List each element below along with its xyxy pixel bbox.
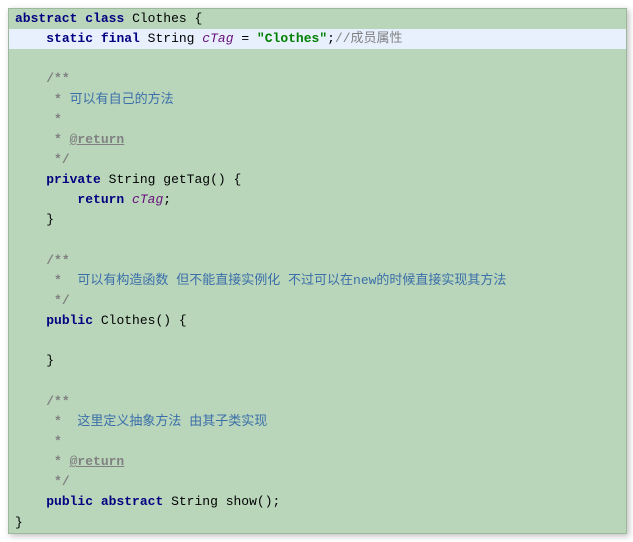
- code-line: public abstract String show();: [9, 492, 626, 512]
- string-literal: "Clothes": [257, 31, 327, 46]
- javadoc-line: *: [9, 110, 626, 130]
- keyword-public: public: [46, 494, 93, 509]
- blank-line: [9, 331, 626, 351]
- code-line: }: [9, 513, 626, 533]
- brace-open: {: [194, 11, 202, 26]
- type: String: [171, 494, 218, 509]
- equals: =: [234, 31, 257, 46]
- keyword-abstract: abstract: [101, 494, 163, 509]
- javadoc-tag-return: @return: [70, 454, 125, 469]
- keyword-static: static: [46, 31, 93, 46]
- constructor-name: Clothes: [101, 313, 156, 328]
- type: String: [148, 31, 195, 46]
- keyword-abstract: abstract: [15, 11, 77, 26]
- field-ctag: cTag: [132, 192, 163, 207]
- keyword-class: class: [85, 11, 124, 26]
- javadoc-open: /**: [9, 251, 626, 271]
- blank-line: [9, 372, 626, 392]
- semicolon: ;: [327, 31, 335, 46]
- method-name: show: [226, 494, 257, 509]
- keyword-return: return: [77, 192, 124, 207]
- brace-close: }: [46, 353, 54, 368]
- code-block: abstract class Clothes { static final St…: [8, 8, 627, 534]
- keyword-final: final: [101, 31, 140, 46]
- blank-line: [9, 231, 626, 251]
- field-ctag: cTag: [202, 31, 233, 46]
- javadoc-open: /**: [9, 392, 626, 412]
- type: String: [109, 172, 156, 187]
- code-line: public Clothes() {: [9, 311, 626, 331]
- keyword-public: public: [46, 313, 93, 328]
- brace-close: }: [15, 515, 23, 530]
- code-line-highlighted: static final String cTag = "Clothes";//成…: [9, 29, 626, 49]
- javadoc-line: * @return: [9, 452, 626, 472]
- brace-close: }: [46, 212, 54, 227]
- javadoc-line: * @return: [9, 130, 626, 150]
- comment-single-line: //成员属性: [335, 31, 403, 46]
- javadoc-line: * 可以有构造函数 但不能直接实例化 不过可以在new的时候直接实现其方法: [9, 271, 626, 291]
- javadoc-tag-return: @return: [70, 132, 125, 147]
- javadoc-line: * 这里定义抽象方法 由其子类实现: [9, 412, 626, 432]
- method-name: getTag: [163, 172, 210, 187]
- class-name: Clothes: [132, 11, 187, 26]
- code-line: }: [9, 351, 626, 371]
- code-line: abstract class Clothes {: [9, 9, 626, 29]
- javadoc-line: *: [9, 432, 626, 452]
- code-line: private String getTag() {: [9, 170, 626, 190]
- javadoc-close: */: [9, 150, 626, 170]
- javadoc-close: */: [9, 291, 626, 311]
- javadoc-line: * 可以有自己的方法: [9, 90, 626, 110]
- blank-line: [9, 49, 626, 69]
- javadoc-close: */: [9, 472, 626, 492]
- code-line: }: [9, 210, 626, 230]
- keyword-private: private: [46, 172, 101, 187]
- javadoc-open: /**: [9, 69, 626, 89]
- code-line: return cTag;: [9, 190, 626, 210]
